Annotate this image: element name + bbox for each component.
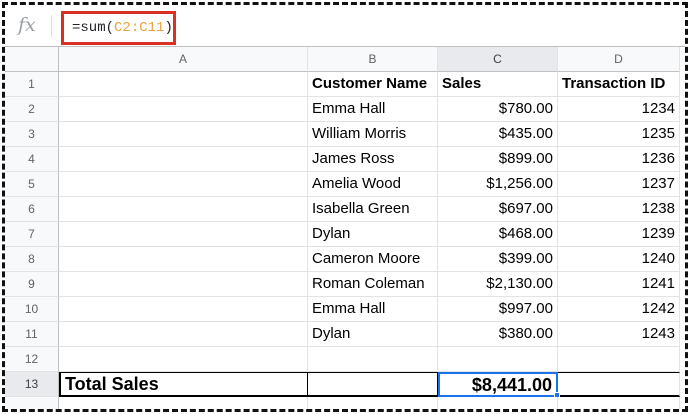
header-sales[interactable]: Sales <box>438 72 558 97</box>
row-header[interactable] <box>5 397 59 409</box>
cell-sales[interactable]: $697.00 <box>438 197 558 222</box>
total-sales-value[interactable]: $8,441.00 <box>438 372 558 397</box>
row-header[interactable]: 1 <box>5 72 59 97</box>
cell-transaction-id[interactable]: 1242 <box>558 297 680 322</box>
cell-transaction-id[interactable]: 1238 <box>558 197 680 222</box>
cell-transaction-id[interactable]: 1241 <box>558 272 680 297</box>
cell-a[interactable] <box>59 172 308 197</box>
row-header[interactable]: 4 <box>5 147 59 172</box>
formula-bar: fx =sum(C2:C11) <box>5 5 685 47</box>
table-row: 6 Isabella Green $697.00 1238 <box>5 197 685 222</box>
table-row: 9 Roman Coleman $2,130.00 1241 <box>5 272 685 297</box>
table-row: 1 Customer Name Sales Transaction ID <box>5 72 685 97</box>
table-row <box>5 397 685 409</box>
table-row: 12 <box>5 347 685 372</box>
cell-customer-name[interactable]: Dylan <box>308 322 438 347</box>
column-header-row: A B C D <box>5 47 685 72</box>
cell-b13[interactable] <box>308 372 438 397</box>
cell-a[interactable] <box>59 297 308 322</box>
cell-a[interactable] <box>59 147 308 172</box>
cell-d12[interactable] <box>558 347 680 372</box>
row-header[interactable]: 10 <box>5 297 59 322</box>
header-customer-name[interactable]: Customer Name <box>308 72 438 97</box>
formula-range-ref: C2:C11 <box>114 20 165 36</box>
cell-sales[interactable]: $899.00 <box>438 147 558 172</box>
table-row: 4 James Ross $899.00 1236 <box>5 147 685 172</box>
cell-a[interactable] <box>59 222 308 247</box>
cell-customer-name[interactable]: Cameron Moore <box>308 247 438 272</box>
table-row: 7 Dylan $468.00 1239 <box>5 222 685 247</box>
cell-sales[interactable]: $780.00 <box>438 97 558 122</box>
table-row: 10 Emma Hall $997.00 1242 <box>5 297 685 322</box>
cell-sales[interactable]: $468.00 <box>438 222 558 247</box>
cell-customer-name[interactable]: Dylan <box>308 222 438 247</box>
total-sales-label[interactable]: Total Sales <box>59 372 308 397</box>
row-header[interactable]: 8 <box>5 247 59 272</box>
cell-b14[interactable] <box>308 397 438 409</box>
table-row: 11 Dylan $380.00 1243 <box>5 322 685 347</box>
cell-a[interactable] <box>59 322 308 347</box>
cell-customer-name[interactable]: Emma Hall <box>308 97 438 122</box>
total-row: 13 Total Sales $8,441.00 <box>5 372 685 398</box>
cell-a[interactable] <box>59 272 308 297</box>
cell-b12[interactable] <box>308 347 438 372</box>
cell-a14[interactable] <box>59 397 308 409</box>
cell-a12[interactable] <box>59 347 308 372</box>
table-row: 8 Cameron Moore $399.00 1240 <box>5 247 685 272</box>
cell-customer-name[interactable]: Isabella Green <box>308 197 438 222</box>
cell-transaction-id[interactable]: 1239 <box>558 222 680 247</box>
column-header-b[interactable]: B <box>308 47 438 72</box>
column-header-d[interactable]: D <box>558 47 680 72</box>
table-row: 2 Emma Hall $780.00 1234 <box>5 97 685 122</box>
cell-a[interactable] <box>59 197 308 222</box>
cell-customer-name[interactable]: Roman Coleman <box>308 272 438 297</box>
select-all-corner[interactable] <box>5 47 59 72</box>
cell-sales[interactable]: $380.00 <box>438 322 558 347</box>
cell-sales[interactable]: $399.00 <box>438 247 558 272</box>
cell-sales[interactable]: $435.00 <box>438 122 558 147</box>
cell-transaction-id[interactable]: 1240 <box>558 247 680 272</box>
cell-transaction-id[interactable]: 1234 <box>558 97 680 122</box>
formula-suffix: ) <box>164 20 173 36</box>
cell-customer-name[interactable]: William Morris <box>308 122 438 147</box>
cell-a[interactable] <box>59 97 308 122</box>
cell-d14[interactable] <box>558 397 680 409</box>
header-transaction-id[interactable]: Transaction ID <box>558 72 680 97</box>
fx-icon: fx <box>18 14 36 36</box>
formula-prefix: =sum( <box>72 20 115 36</box>
cell-customer-name[interactable]: James Ross <box>308 147 438 172</box>
row-header[interactable]: 5 <box>5 172 59 197</box>
cell-transaction-id[interactable]: 1237 <box>558 172 680 197</box>
cell-c14[interactable] <box>438 397 558 409</box>
table-row: 5 Amelia Wood $1,256.00 1237 <box>5 172 685 197</box>
cell-transaction-id[interactable]: 1235 <box>558 122 680 147</box>
row-header[interactable]: 9 <box>5 272 59 297</box>
formula-bar-divider <box>51 15 52 37</box>
cell-transaction-id[interactable]: 1243 <box>558 322 680 347</box>
cell-a[interactable] <box>59 122 308 147</box>
cell-customer-name[interactable]: Emma Hall <box>308 297 438 322</box>
row-header[interactable]: 7 <box>5 222 59 247</box>
cell-a1[interactable] <box>59 72 308 97</box>
cell-sales[interactable]: $2,130.00 <box>438 272 558 297</box>
formula-input[interactable]: =sum(C2:C11) <box>61 11 176 45</box>
row-header[interactable]: 2 <box>5 97 59 122</box>
row-header[interactable]: 12 <box>5 347 59 372</box>
cell-customer-name[interactable]: Amelia Wood <box>308 172 438 197</box>
spreadsheet-frame: fx =sum(C2:C11) A B C D 1 Customer Name … <box>2 2 688 412</box>
column-header-a[interactable]: A <box>59 47 308 72</box>
cell-c12[interactable] <box>438 347 558 372</box>
table-row: 3 William Morris $435.00 1235 <box>5 122 685 147</box>
cell-a[interactable] <box>59 247 308 272</box>
row-header[interactable]: 6 <box>5 197 59 222</box>
column-header-c[interactable]: C <box>438 47 558 72</box>
cell-sales[interactable]: $997.00 <box>438 297 558 322</box>
row-header[interactable]: 13 <box>5 372 59 397</box>
cell-d13[interactable] <box>558 372 680 397</box>
row-header[interactable]: 11 <box>5 322 59 347</box>
row-header[interactable]: 3 <box>5 122 59 147</box>
cell-sales[interactable]: $1,256.00 <box>438 172 558 197</box>
cell-transaction-id[interactable]: 1236 <box>558 147 680 172</box>
